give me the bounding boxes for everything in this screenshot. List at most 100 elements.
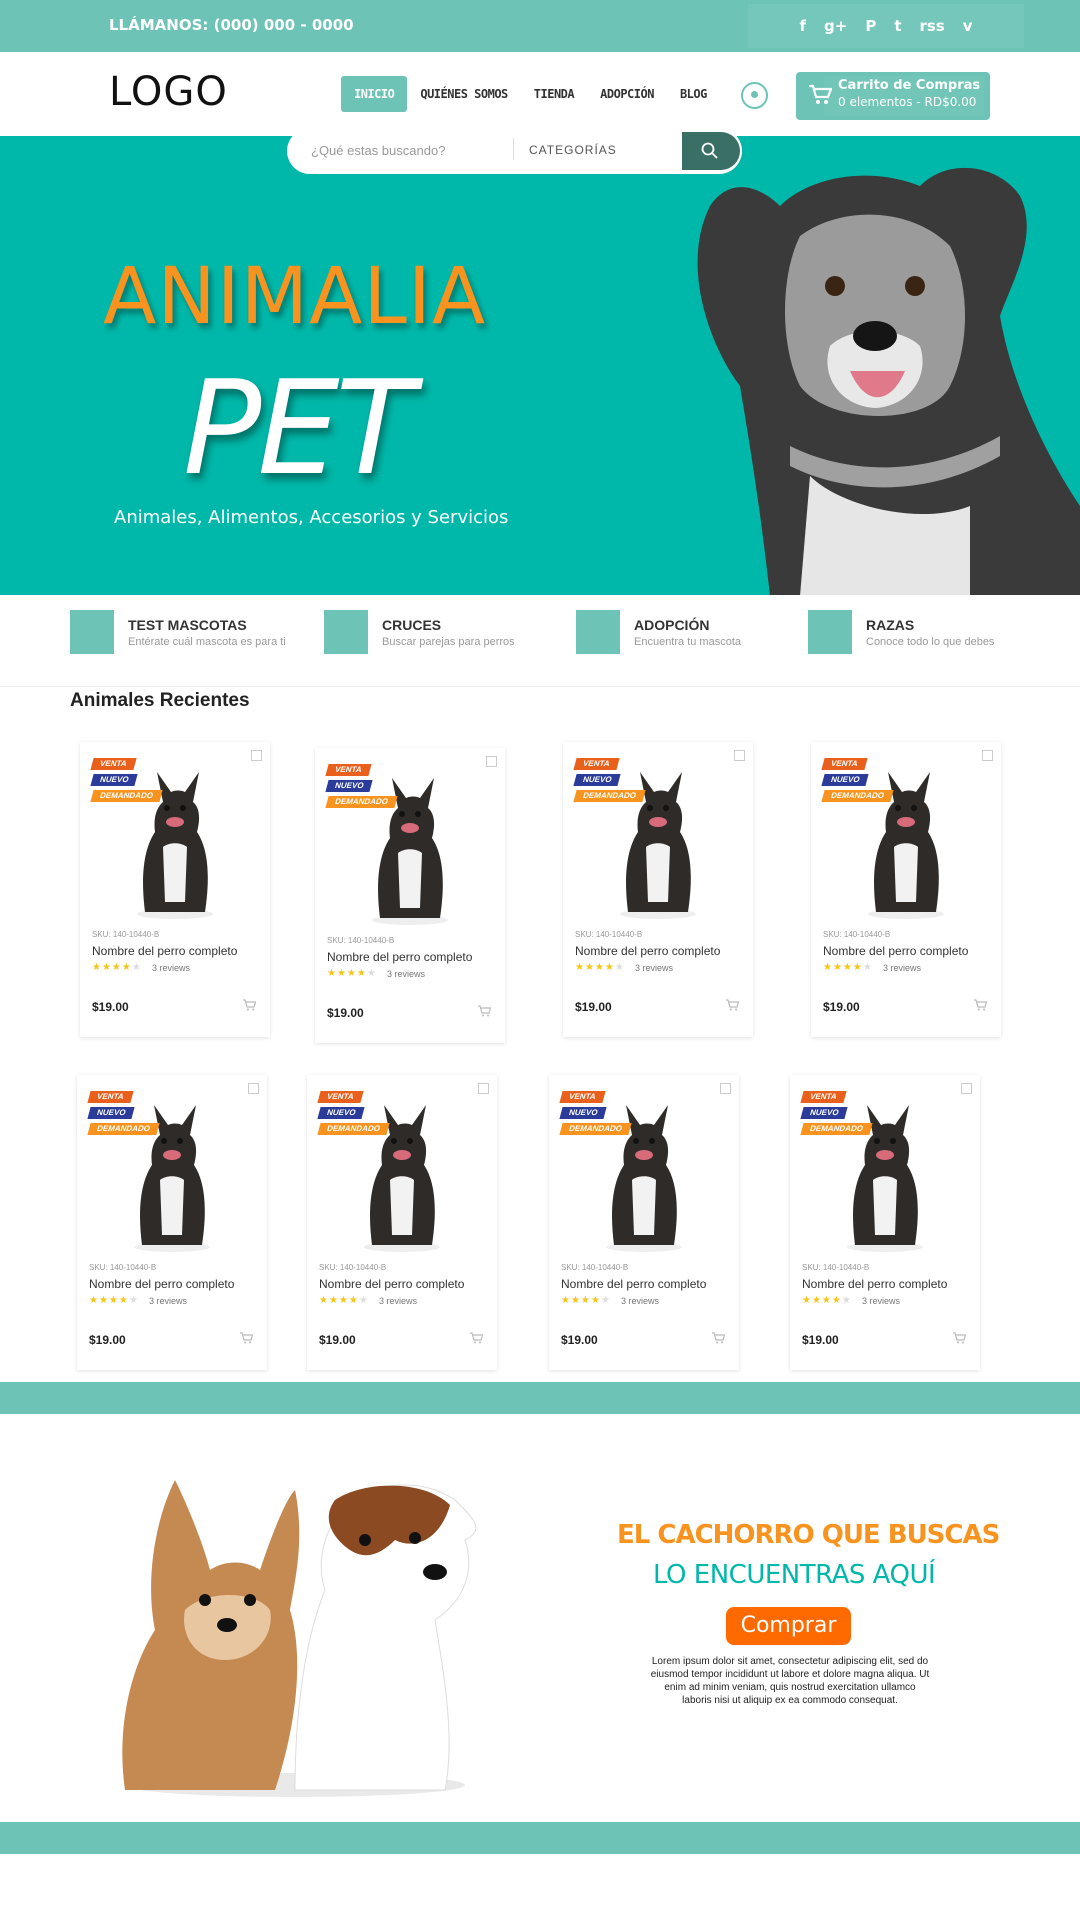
badge-demandado: DEMANDADO xyxy=(559,1123,632,1135)
product-card[interactable]: VENTA NUEVO DEMANDADO SKU: 140-10440-B Nombr… xyxy=(563,742,753,1037)
product-card[interactable]: VENTA NUEVO DEMANDADO SKU: 140-10440-B Nombr… xyxy=(811,742,1001,1037)
dog-photo[interactable] xyxy=(352,1095,452,1260)
add-to-cart-icon[interactable] xyxy=(725,998,740,1016)
product-name[interactable]: Nombre del perro completo xyxy=(319,1277,464,1291)
product-price: $19.00 xyxy=(92,1000,129,1014)
hero-title-pet: PET xyxy=(183,352,415,504)
expand-icon[interactable] xyxy=(982,750,993,761)
badge-nuevo: NUEVO xyxy=(821,774,870,786)
search-button[interactable] xyxy=(682,132,740,170)
badge-nuevo: NUEVO xyxy=(325,780,374,792)
product-name[interactable]: Nombre del perro completo xyxy=(327,950,472,964)
badge-nuevo: NUEVO xyxy=(800,1107,849,1119)
dog-photo[interactable] xyxy=(122,1095,222,1260)
pinterest-icon[interactable]: P xyxy=(865,17,876,35)
feature-title: ADOPCIÓN xyxy=(634,617,710,633)
badge-venta: VENTA xyxy=(90,758,137,770)
product-name[interactable]: Nombre del perro completo xyxy=(89,1277,234,1291)
product-card[interactable]: VENTA NUEVO DEMANDADO SKU: 140-10440-B Nombr… xyxy=(307,1075,497,1370)
product-card[interactable]: VENTA NUEVO DEMANDADO SKU: 140-10440-B Nombr… xyxy=(315,748,505,1043)
dog-photo[interactable] xyxy=(608,762,708,927)
dog-photo[interactable] xyxy=(856,762,956,927)
twitter-icon[interactable]: t xyxy=(894,17,901,35)
product-sku: SKU: 140-10440-B xyxy=(327,936,395,945)
category-select[interactable]: CATEGORÍAS xyxy=(529,143,617,157)
product-name[interactable]: Nombre del perro completo xyxy=(823,944,968,958)
rating-stars: ★★★★★ xyxy=(327,968,377,979)
product-sku: SKU: 140-10440-B xyxy=(575,930,643,939)
nav-quienes-somos[interactable]: QUIÉNES SOMOS xyxy=(407,76,520,112)
expand-icon[interactable] xyxy=(251,750,262,761)
nav-adopcion[interactable]: ADOPCIÓN xyxy=(587,76,667,112)
add-to-cart-icon[interactable] xyxy=(973,998,988,1016)
nav-blog[interactable]: BLOG xyxy=(667,76,720,112)
product-sku: SKU: 140-10440-B xyxy=(319,1263,387,1272)
facebook-icon[interactable]: f xyxy=(799,17,806,35)
product-name[interactable]: Nombre del perro completo xyxy=(575,944,720,958)
product-name[interactable]: Nombre del perro completo xyxy=(561,1277,706,1291)
top-bar: LLÁMANOS: (000) 000 - 0000 f g+ P t rss … xyxy=(0,0,1080,52)
product-name[interactable]: Nombre del perro completo xyxy=(92,944,237,958)
product-card[interactable]: VENTA NUEVO DEMANDADO SKU: 140-10440-B Nombr… xyxy=(77,1075,267,1370)
social-links: f g+ P t rss v xyxy=(748,4,1024,48)
add-to-cart-icon[interactable] xyxy=(242,998,257,1016)
rss-icon[interactable]: rss xyxy=(919,17,944,35)
expand-icon[interactable] xyxy=(720,1083,731,1094)
add-to-cart-icon[interactable] xyxy=(469,1331,484,1349)
expand-icon[interactable] xyxy=(248,1083,259,1094)
add-to-cart-icon[interactable] xyxy=(952,1331,967,1349)
logo[interactable]: LOGO xyxy=(109,69,228,115)
search-input[interactable]: ¿Qué estas buscando? xyxy=(311,143,445,158)
dog-photo[interactable] xyxy=(360,768,460,933)
dog-photo[interactable] xyxy=(835,1095,935,1260)
rating-stars: ★★★★★ xyxy=(89,1295,139,1306)
comprar-button[interactable]: Comprar xyxy=(726,1607,851,1645)
nav-inicio[interactable]: INICIO xyxy=(341,76,408,112)
badge-nuevo: NUEVO xyxy=(317,1107,366,1119)
feature-icon xyxy=(324,610,368,654)
dog-photo[interactable] xyxy=(125,762,225,927)
badge-venta: VENTA xyxy=(325,764,372,776)
google-plus-icon[interactable]: g+ xyxy=(824,17,847,35)
expand-icon[interactable] xyxy=(734,750,745,761)
rating-stars: ★★★★★ xyxy=(575,962,625,973)
review-count: 3 reviews xyxy=(862,1296,901,1306)
puppies-photo xyxy=(122,1480,477,1797)
badge-demandado: DEMANDADO xyxy=(800,1123,873,1135)
expand-icon[interactable] xyxy=(486,756,497,767)
add-to-cart-icon[interactable] xyxy=(477,1004,492,1022)
expand-icon[interactable] xyxy=(961,1083,972,1094)
badge-nuevo: NUEVO xyxy=(87,1107,136,1119)
badge-venta: VENTA xyxy=(821,758,868,770)
add-to-cart-icon[interactable] xyxy=(239,1331,254,1349)
review-count: 3 reviews xyxy=(883,963,922,973)
phone-text: LLÁMANOS: (000) 000 - 0000 xyxy=(109,16,354,34)
product-card[interactable]: VENTA NUEVO DEMANDADO SKU: 140-10440-B Nombr… xyxy=(549,1075,739,1370)
cart-button[interactable]: Carrito de Compras 0 elementos - RD$0.00 xyxy=(796,72,990,120)
shopping-cart-icon xyxy=(809,84,832,104)
feature-title: TEST MASCOTAS xyxy=(128,617,247,633)
add-to-cart-icon[interactable] xyxy=(711,1331,726,1349)
feature-desc: Conoce todo lo que debes xyxy=(866,636,995,648)
review-count: 3 reviews xyxy=(635,963,674,973)
feature-desc: Encuentra tu mascota xyxy=(634,636,742,648)
badge-venta: VENTA xyxy=(87,1091,134,1103)
vimeo-icon[interactable]: v xyxy=(963,17,973,35)
product-card[interactable]: VENTA NUEVO DEMANDADO SKU: 140-10440-B Nombr… xyxy=(790,1075,980,1370)
divider xyxy=(513,138,514,160)
badge-demandado: DEMANDADO xyxy=(821,790,894,802)
rating-stars: ★★★★★ xyxy=(319,1295,369,1306)
badge-venta: VENTA xyxy=(317,1091,364,1103)
hero-title-animalia: ANIMALIA xyxy=(103,252,487,342)
badge-nuevo: NUEVO xyxy=(90,774,139,786)
promo-heading: EL CACHORRO QUE BUSCAS xyxy=(617,1520,1000,1550)
user-account-icon[interactable] xyxy=(741,82,768,109)
promo-text: Lorem ipsum dolor sit amet, consectetur … xyxy=(650,1656,930,1706)
product-card[interactable]: VENTA NUEVO DEMANDADO SKU: 140-10440-B Nombr… xyxy=(80,742,270,1037)
dog-photo[interactable] xyxy=(594,1095,694,1260)
nav-tienda[interactable]: TIENDA xyxy=(521,76,587,112)
expand-icon[interactable] xyxy=(478,1083,489,1094)
product-name[interactable]: Nombre del perro completo xyxy=(802,1277,947,1291)
feature-desc: Entérate cuál mascota es para ti xyxy=(128,636,286,648)
review-count: 3 reviews xyxy=(152,963,191,973)
